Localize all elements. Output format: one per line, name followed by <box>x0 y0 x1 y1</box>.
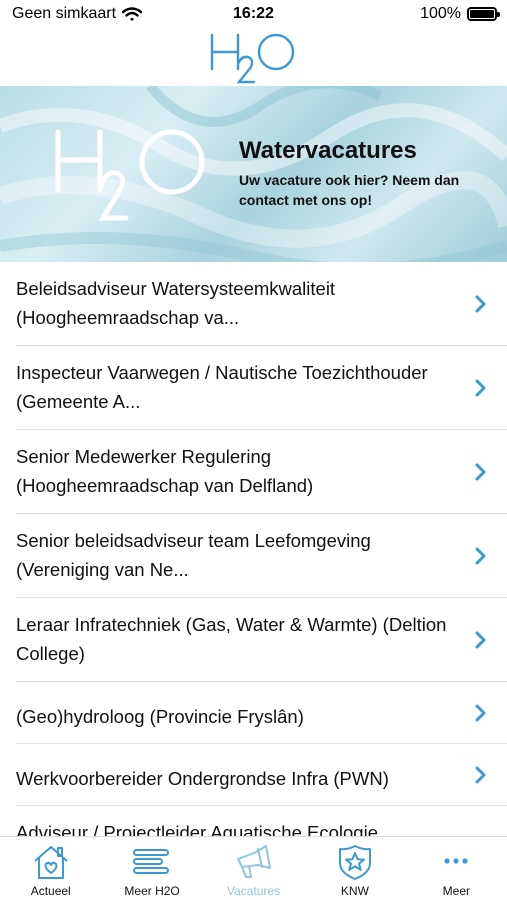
tab-label: Meer H2O <box>124 884 180 898</box>
chevron-right-icon <box>475 766 486 783</box>
chevron-right-icon <box>475 379 486 396</box>
tab-label: Vacatures <box>226 884 281 898</box>
chevron-right-icon <box>475 547 486 564</box>
banner-h2o-logo-icon <box>55 129 205 221</box>
tab-vacatures[interactable]: Vacatures <box>203 837 304 900</box>
more-dots-icon <box>444 858 468 864</box>
vacancy-title: Beleidsadviseur Watersysteemkwaliteit (H… <box>16 278 336 328</box>
tab-label: Meer <box>442 884 470 898</box>
battery-fill <box>470 10 494 18</box>
list-item[interactable]: Werkvoorbereider Ondergrondse Infra (PWN… <box>16 744 507 806</box>
vacancy-title: Adviseur / Projectleider Aquatische Ecol… <box>16 822 378 838</box>
vacancy-title: (Geo)hydroloog (Provincie Fryslân) <box>16 706 304 727</box>
tab-meer[interactable]: Meer <box>406 837 507 900</box>
list-item[interactable]: Beleidsadviseur Watersysteemkwaliteit (H… <box>16 262 507 346</box>
app-logo <box>0 28 507 86</box>
list-item[interactable]: Leraar Infratechniek (Gas, Water & Warmt… <box>16 598 507 682</box>
banner-subtitle: Uw vacature ook hier? Neem dan contact m… <box>239 172 460 208</box>
chevron-right-icon <box>475 704 486 721</box>
list-item[interactable]: (Geo)hydroloog (Provincie Fryslân) <box>16 682 507 744</box>
chevron-right-icon <box>475 631 486 648</box>
list-item[interactable]: Adviseur / Projectleider Aquatische Ecol… <box>16 806 507 838</box>
h2o-logo-icon <box>210 33 294 84</box>
status-bar: Geen simkaart 16:22 100% <box>0 0 507 30</box>
list-item[interactable]: Senior beleidsadviseur team Leefomgeving… <box>16 514 507 598</box>
vacancy-title: Inspecteur Vaarwegen / Nautische Toezich… <box>16 362 428 412</box>
list-item[interactable]: Inspecteur Vaarwegen / Nautische Toezich… <box>16 346 507 430</box>
vacancy-title: Senior Medewerker Regulering (Hoogheemra… <box>16 446 314 496</box>
hero-banner: Watervacatures Uw vacature ook hier? Nee… <box>0 86 507 262</box>
vacancy-title: Leraar Infratechniek (Gas, Water & Warmt… <box>16 614 447 664</box>
tab-label: KNW <box>340 884 369 898</box>
banner-title: Watervacatures <box>239 137 417 164</box>
tab-label: Actueel <box>30 884 71 898</box>
tab-actueel[interactable]: Actueel <box>0 837 101 900</box>
battery-percent: 100% <box>420 5 461 22</box>
megaphone-icon <box>236 845 271 878</box>
star-badge-icon <box>338 845 371 880</box>
vacancy-title: Senior beleidsadviseur team Leefomgeving… <box>16 530 371 580</box>
battery-icon <box>467 7 500 21</box>
tab-knw[interactable]: KNW <box>304 837 405 900</box>
list-item[interactable]: Senior Medewerker Regulering (Hoogheemra… <box>16 430 507 514</box>
tab-meer-h2o[interactable]: Meer H2O <box>101 837 202 900</box>
vacancy-title: Werkvoorbereider Ondergrondse Infra (PWN… <box>16 768 389 789</box>
tab-bar: Actueel Meer H2O Vacatures KNW Meer <box>0 836 507 900</box>
chevron-right-icon <box>475 295 486 312</box>
status-right: 100% <box>420 5 500 23</box>
house-icon <box>34 846 68 879</box>
chevron-right-icon <box>475 463 486 480</box>
lines-icon <box>133 849 170 874</box>
vacancy-list: Beleidsadviseur Watersysteemkwaliteit (H… <box>0 262 507 838</box>
